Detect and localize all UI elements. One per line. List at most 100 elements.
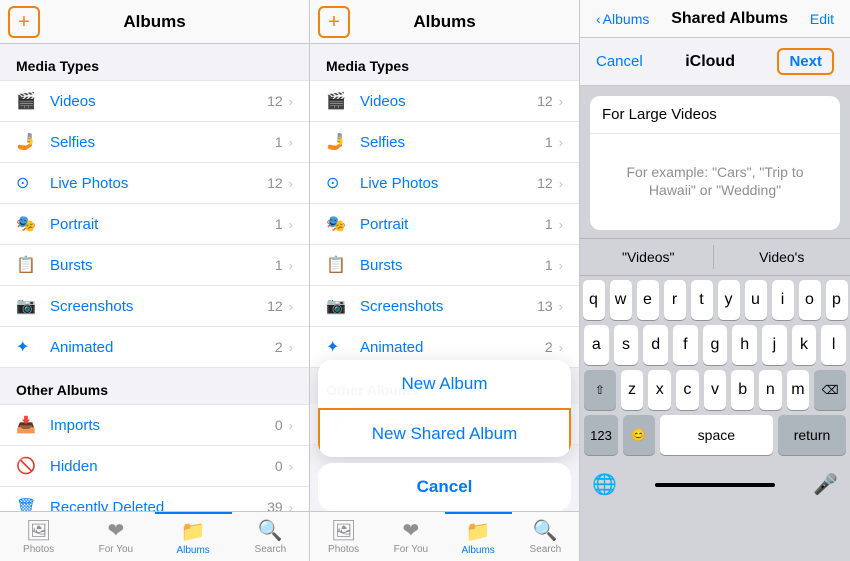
key-l[interactable]: l [821,325,846,365]
tab-search[interactable]: 🔍 Search [232,512,309,561]
key-r[interactable]: r [664,280,686,320]
key-h[interactable]: h [732,325,757,365]
action-sheet: New Album New Shared Album [318,360,571,457]
edit-button[interactable]: Edit [810,11,834,27]
delete-key[interactable]: ⌫ [814,370,846,410]
media-icon: ⊙ [16,173,38,193]
key-d[interactable]: d [643,325,668,365]
mid-tab-for-you[interactable]: ❤ For You [377,512,444,561]
mid-tab-albums[interactable]: 📁 Albums [445,512,512,561]
action-sheet-overlay: New Album New Shared Album Cancel [310,360,579,511]
mid-media-item[interactable]: ⊙ Live Photos 12 › [310,163,579,204]
new-album-button[interactable]: New Album [318,360,571,409]
mid-media-item[interactable]: 🎬 Videos 12 › [310,80,579,122]
key-z[interactable]: z [621,370,644,410]
space-key[interactable]: space [660,415,773,455]
left-media-item[interactable]: 🤳 Selfies 1 › [0,122,309,163]
key-q[interactable]: q [583,280,605,320]
keyboard-row-1: asdfghjkl [584,325,846,365]
mid-tab-photos[interactable]: 🖼 Photos [310,512,377,561]
key-m[interactable]: m [787,370,810,410]
tab-icon: 📁 [181,519,206,544]
left-other-item[interactable]: 📥 Imports 0 › [0,404,309,446]
album-name-input[interactable] [602,106,828,123]
key-v[interactable]: v [704,370,727,410]
mid-media-item[interactable]: 📋 Bursts 1 › [310,245,579,286]
mid-add-button[interactable]: + [318,6,350,38]
key-j[interactable]: j [762,325,787,365]
left-media-section: Media Types [0,44,309,80]
tab-albums[interactable]: 📁 Albums [155,512,232,561]
mid-media-item[interactable]: 🎭 Portrait 1 › [310,204,579,245]
key-x[interactable]: x [648,370,671,410]
left-media-item[interactable]: ⊙ Live Photos 12 › [0,163,309,204]
left-other-item[interactable]: 🗑 Recently Deleted 39 › [0,487,309,511]
media-icon: 📷 [16,296,38,316]
next-button[interactable]: Next [777,48,834,75]
mid-media-item[interactable]: 🤳 Selfies 1 › [310,122,579,163]
left-tab-bar: 🖼 Photos ❤ For You 📁 Albums 🔍 Search [0,511,309,561]
input-card: For example: "Cars", "Trip to Hawaii" or… [590,96,840,230]
key-n[interactable]: n [759,370,782,410]
key-g[interactable]: g [703,325,728,365]
shift-key[interactable]: ⇧ [584,370,616,410]
key-t[interactable]: t [691,280,713,320]
key-w[interactable]: w [610,280,632,320]
left-media-list: 🎬 Videos 12 › 🤳 Selfies 1 › ⊙ Live Photo… [0,80,309,368]
left-other-item[interactable]: 🚫 Hidden 0 › [0,446,309,487]
globe-icon[interactable]: 🌐 [592,472,617,497]
tab-photos[interactable]: 🖼 Photos [0,512,77,561]
num-key[interactable]: 123 [584,415,618,455]
media-icon: ✦ [16,337,38,357]
left-media-item[interactable]: 📷 Screenshots 12 › [0,286,309,327]
mid-media-item[interactable]: 📷 Screenshots 13 › [310,286,579,327]
tab-label: For You [394,544,428,555]
key-a[interactable]: a [584,325,609,365]
bottom-bar: 🌐 🎤 [580,464,850,505]
autocomplete-item[interactable]: Video's [718,245,847,269]
left-header: + Albums [0,0,309,44]
cancel-button[interactable]: Cancel [596,53,643,70]
autocomplete-item[interactable]: "Videos" [584,245,714,269]
key-p[interactable]: p [826,280,848,320]
left-media-item[interactable]: 📋 Bursts 1 › [0,245,309,286]
tab-icon: ❤ [107,518,124,543]
input-row[interactable] [590,96,840,134]
add-album-button[interactable]: + [8,6,40,38]
mic-icon[interactable]: 🎤 [813,472,838,497]
tab-icon: 📁 [466,519,491,544]
key-e[interactable]: e [637,280,659,320]
keyboard-row-2: ⇧zxcvbnm⌫ [584,370,846,410]
plus-icon: + [18,12,30,32]
back-button[interactable]: ‹ Albums [596,11,649,27]
key-y[interactable]: y [718,280,740,320]
key-f[interactable]: f [673,325,698,365]
mid-media-icon: 📷 [326,296,348,316]
tab-label: Albums [461,545,494,556]
mid-panel: + Albums Media Types 🎬 Videos 12 › 🤳 Sel… [310,0,580,561]
action-cancel-button[interactable]: Cancel [318,463,571,511]
home-indicator [655,483,775,487]
mid-media-icon: 🤳 [326,132,348,152]
new-shared-album-button[interactable]: New Shared Album [318,408,571,457]
left-media-item[interactable]: 🎬 Videos 12 › [0,80,309,122]
tab-label: Photos [23,544,54,555]
mid-tab-search[interactable]: 🔍 Search [512,512,579,561]
tab-for-you[interactable]: ❤ For You [77,512,154,561]
key-s[interactable]: s [614,325,639,365]
left-media-item[interactable]: ✦ Animated 2 › [0,327,309,368]
mid-media-section: Media Types [310,44,579,80]
key-c[interactable]: c [676,370,699,410]
key-o[interactable]: o [799,280,821,320]
key-b[interactable]: b [731,370,754,410]
mid-plus-icon: + [328,12,340,32]
emoji-key[interactable]: 😊 [623,415,655,455]
other-icon: 🚫 [16,456,38,476]
key-u[interactable]: u [745,280,767,320]
key-i[interactable]: i [772,280,794,320]
left-media-item[interactable]: 🎭 Portrait 1 › [0,204,309,245]
return-key[interactable]: return [778,415,846,455]
mid-header: + Albums [310,0,579,44]
key-k[interactable]: k [792,325,817,365]
mid-tab-bar: 🖼 Photos ❤ For You 📁 Albums 🔍 Search [310,511,579,561]
